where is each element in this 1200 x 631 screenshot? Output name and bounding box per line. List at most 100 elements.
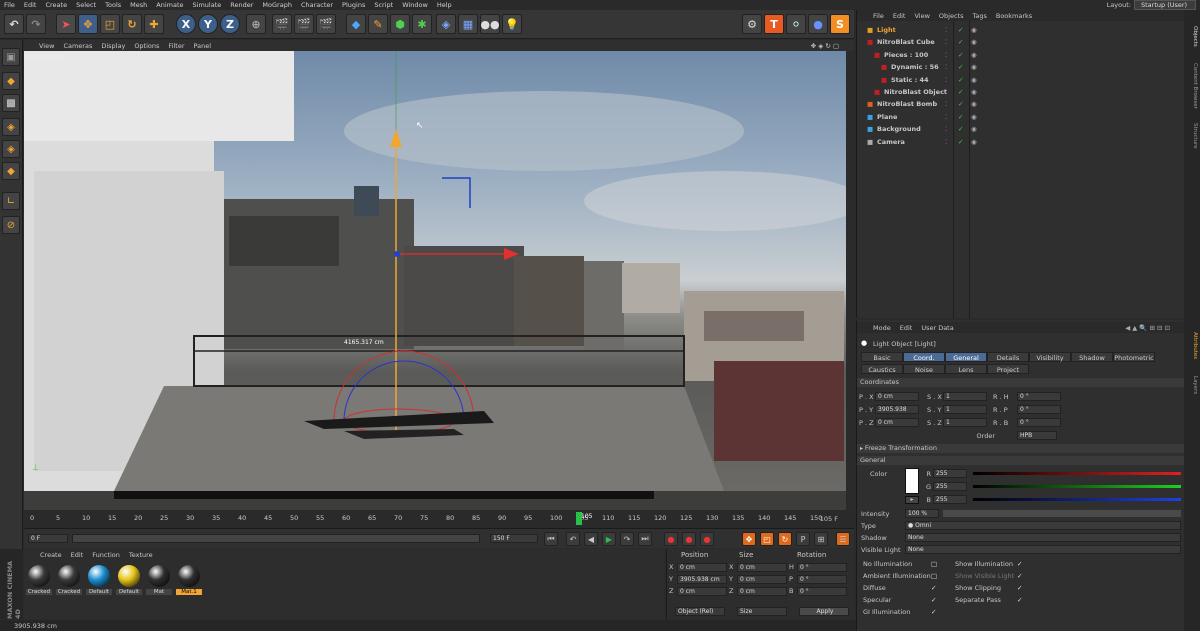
mat-menu-function[interactable]: Function bbox=[92, 551, 120, 559]
attr-menu-userdata[interactable]: User Data bbox=[921, 324, 953, 332]
object-row[interactable]: ■ NitroBlast Bomb ⁚ ✓ ◉ bbox=[857, 98, 1185, 110]
snap-tool-icon[interactable]: ⚙ bbox=[742, 14, 762, 34]
record-selection-button[interactable]: ● bbox=[700, 532, 714, 546]
menu-plugins[interactable]: Plugins bbox=[342, 1, 365, 9]
axis-mode-icon[interactable]: ∟ bbox=[2, 192, 20, 210]
script-s-icon[interactable]: S bbox=[830, 14, 850, 34]
spheres-icon[interactable]: ⚪ bbox=[786, 14, 806, 34]
coord-param-field[interactable]: 0 ° bbox=[1017, 405, 1061, 414]
object-tag-icon[interactable]: ◉ bbox=[971, 86, 977, 98]
coord-param-field[interactable]: 1 bbox=[943, 392, 987, 401]
material-thumbnail[interactable]: Cracked bbox=[26, 565, 52, 595]
menu-create[interactable]: Create bbox=[45, 1, 67, 9]
render-settings-icon[interactable]: 🎬 bbox=[316, 14, 336, 34]
perspective-viewport[interactable]: ↖ Perspective 4165.317 cm ⊥ bbox=[24, 51, 846, 510]
prev-key-button[interactable]: ↶ bbox=[566, 532, 580, 546]
timeline-playhead[interactable]: 105 bbox=[576, 512, 592, 525]
menu-character[interactable]: Character bbox=[301, 1, 333, 9]
edges-mode-icon[interactable]: ◈ bbox=[2, 140, 20, 158]
visibility-dots-icon[interactable]: ⁚ bbox=[945, 36, 947, 48]
enable-check-icon[interactable]: ✓ bbox=[958, 74, 963, 86]
menu-mesh[interactable]: Mesh bbox=[130, 1, 147, 9]
layout-select[interactable]: Startup (User) bbox=[1134, 0, 1196, 10]
tweak-mode-icon[interactable]: ⊘ bbox=[2, 216, 20, 234]
cube-primitive-icon[interactable]: ◆ bbox=[346, 14, 366, 34]
coord-rotation-field[interactable]: 0 ° bbox=[797, 587, 847, 596]
key-pla-button[interactable]: ⊞ bbox=[814, 532, 828, 546]
apply-button[interactable]: Apply bbox=[799, 607, 849, 616]
coord-mode-select[interactable]: Object (Rel) bbox=[675, 607, 725, 616]
option-checkbox[interactable]: ✓ bbox=[1017, 584, 1022, 592]
color-g-field[interactable]: 255 bbox=[933, 482, 967, 491]
obj-menu-view[interactable]: View bbox=[914, 12, 929, 20]
make-editable-icon[interactable]: ▣ bbox=[2, 48, 20, 66]
coord-position-field[interactable]: 0 cm bbox=[677, 563, 727, 572]
coord-rotation-field[interactable]: 0 ° bbox=[797, 563, 847, 572]
visibility-dots-icon[interactable]: ⁚ bbox=[945, 24, 947, 36]
coordinate-system-icon[interactable]: ⊕ bbox=[246, 14, 266, 34]
polygons-mode-icon[interactable]: ◆ bbox=[2, 162, 20, 180]
shadow-select[interactable]: None bbox=[905, 533, 1181, 542]
select-arrow-icon[interactable]: ➤ bbox=[56, 14, 76, 34]
viewport-nav-icons[interactable]: ✥ ◈ ↻ ▢ bbox=[811, 42, 839, 50]
menu-mograph[interactable]: MoGraph bbox=[262, 1, 292, 9]
material-thumbnail[interactable]: Mat.1 bbox=[176, 565, 202, 595]
obj-menu-edit[interactable]: Edit bbox=[893, 12, 906, 20]
coord-rotation-field[interactable]: 0 ° bbox=[797, 575, 847, 584]
coord-param-field[interactable]: 0 ° bbox=[1017, 392, 1061, 401]
object-tag-icon[interactable]: ◉ bbox=[971, 49, 977, 61]
obj-menu-objects[interactable]: Objects bbox=[939, 12, 964, 20]
x-axis-lock-button[interactable]: X bbox=[176, 14, 196, 34]
object-row[interactable]: ■ Dynamic : 56 ⁚ ✓ ◉ bbox=[857, 61, 1185, 73]
enable-check-icon[interactable]: ✓ bbox=[958, 61, 963, 73]
nurbs-icon[interactable]: ⬢ bbox=[390, 14, 410, 34]
key-param-button[interactable]: P bbox=[796, 532, 810, 546]
timeline-ruler[interactable]: 0 5 10 15 20 25 30 35 40 45 50 55 60 65 70 75 80 85 90 95 10… bbox=[24, 510, 854, 528]
redo-icon[interactable]: ↷ bbox=[26, 14, 46, 34]
color-swatch[interactable] bbox=[905, 468, 919, 494]
motion-system-icon[interactable]: ☰ bbox=[836, 532, 850, 546]
option-checkbox[interactable]: □ bbox=[931, 572, 937, 580]
play-button[interactable]: ▶ bbox=[602, 532, 616, 546]
render-view-icon[interactable]: 🎬 bbox=[272, 14, 292, 34]
visibility-dots-icon[interactable]: ⁚ bbox=[945, 136, 947, 148]
intensity-slider[interactable] bbox=[943, 510, 1181, 517]
coord-position-field[interactable]: 3905.938 cm bbox=[677, 575, 727, 584]
color-r-field[interactable]: 255 bbox=[933, 469, 967, 478]
material-thumbnail[interactable]: Default bbox=[86, 565, 112, 595]
menu-simulate[interactable]: Simulate bbox=[193, 1, 222, 9]
vp-menu-options[interactable]: Options bbox=[134, 42, 159, 50]
coord-size-mode-select[interactable]: Size bbox=[737, 607, 787, 616]
prev-frame-button[interactable]: ◀ bbox=[584, 532, 598, 546]
option-checkbox[interactable]: ✓ bbox=[931, 596, 936, 604]
coord-size-field[interactable]: 0 cm bbox=[737, 575, 787, 584]
coord-size-field[interactable]: 0 cm bbox=[737, 587, 787, 596]
option-checkbox[interactable]: ✓ bbox=[1017, 572, 1022, 580]
coord-size-field[interactable]: 0 cm bbox=[737, 563, 787, 572]
color-expand-button[interactable]: ▸ bbox=[905, 496, 919, 504]
object-tag-icon[interactable]: ◉ bbox=[971, 61, 977, 73]
type-select[interactable]: ● Omni bbox=[905, 521, 1181, 530]
enable-check-icon[interactable]: ✓ bbox=[958, 36, 963, 48]
coord-param-field[interactable]: 0 ° bbox=[1017, 418, 1061, 427]
color-g-slider[interactable] bbox=[973, 485, 1181, 488]
freeze-transformation-header[interactable]: ▸ Freeze Transformation bbox=[857, 444, 1185, 453]
menu-file[interactable]: File bbox=[4, 1, 15, 9]
menu-select[interactable]: Select bbox=[76, 1, 96, 9]
mat-menu-texture[interactable]: Texture bbox=[129, 551, 153, 559]
undo-icon[interactable]: ↶ bbox=[4, 14, 24, 34]
scene-floor-icon[interactable]: ▦ bbox=[458, 14, 478, 34]
visibility-dots-icon[interactable]: ⁚ bbox=[945, 74, 947, 86]
enable-check-icon[interactable]: ✓ bbox=[958, 123, 963, 135]
light-bulb-icon[interactable]: 💡 bbox=[502, 14, 522, 34]
coord-param-field[interactable]: 0 cm bbox=[875, 392, 919, 401]
option-checkbox[interactable]: ✓ bbox=[931, 608, 936, 616]
attr-tab[interactable]: General bbox=[945, 352, 987, 362]
key-scale-button[interactable]: ◰ bbox=[760, 532, 774, 546]
menu-help[interactable]: Help bbox=[437, 1, 452, 9]
rotate-tool-icon[interactable]: ↻ bbox=[122, 14, 142, 34]
visibility-dots-icon[interactable]: ⁚ bbox=[945, 86, 947, 98]
attr-tab[interactable]: Project bbox=[987, 364, 1029, 374]
menu-window[interactable]: Window bbox=[402, 1, 428, 9]
option-checkbox[interactable]: ✓ bbox=[1017, 596, 1022, 604]
